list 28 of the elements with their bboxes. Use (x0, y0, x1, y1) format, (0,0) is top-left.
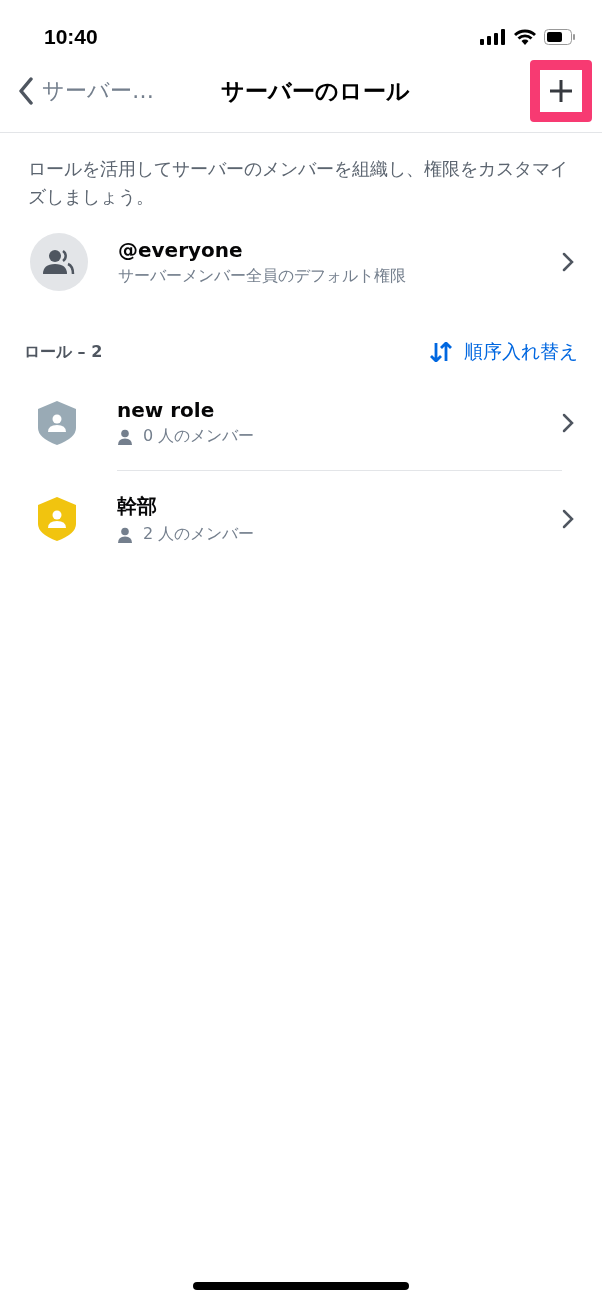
back-button[interactable]: サーバー… (18, 76, 154, 106)
role-name: @everyone (118, 237, 244, 262)
wifi-icon (514, 29, 536, 45)
member-count: 0 人のメンバー (143, 426, 255, 447)
person-icon (117, 428, 133, 445)
add-button[interactable] (530, 60, 592, 122)
person-icon (117, 526, 133, 543)
chevron-right-icon (562, 509, 574, 529)
role-name: new role (117, 398, 216, 422)
chevron-left-icon (18, 77, 34, 105)
back-label: サーバー… (42, 77, 154, 105)
status-time: 10:40 (44, 25, 98, 49)
member-count: 2 人のメンバー (143, 524, 255, 545)
role-row[interactable]: 幹部 2 人のメンバー (0, 471, 602, 567)
page-title: サーバーのロール (219, 76, 410, 106)
section-label: ロール – 2 (24, 341, 103, 363)
description-text: ロールを活用してサーバーのメンバーを組織し、権限をカスタマイズしましょう。 (28, 157, 569, 209)
battery-icon (544, 29, 576, 45)
signal-icon (480, 29, 506, 45)
role-row[interactable]: new role 0 人のメンバー (0, 375, 602, 471)
everyone-row[interactable]: @everyone サーバーメンバー全員のデフォルト権限 (0, 211, 602, 291)
plus-icon (549, 79, 573, 103)
role-subtitle: サーバーメンバー全員のデフォルト権限 (118, 265, 407, 287)
sort-icon (430, 342, 452, 362)
chevron-right-icon (562, 413, 574, 433)
chevron-right-icon (562, 252, 574, 272)
reorder-button[interactable]: 順序入れ替え (430, 339, 578, 365)
role-name: 幹部 (117, 493, 158, 520)
